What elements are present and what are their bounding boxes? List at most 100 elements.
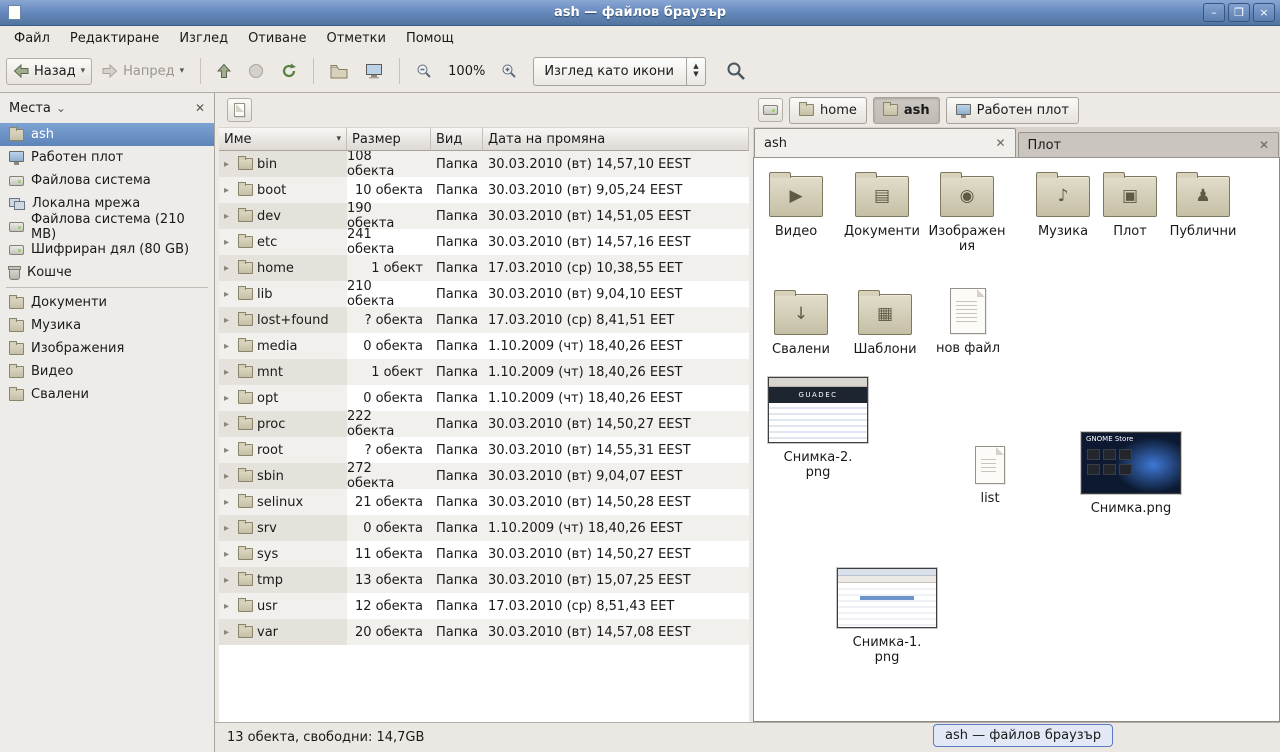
menu-edit[interactable]: Редактиране	[60, 28, 169, 49]
table-row[interactable]: ▸lib210 обектаПапка30.03.2010 (вт) 9,04,…	[219, 281, 749, 307]
sidebar-item-downloads[interactable]: Свалени	[0, 383, 214, 406]
table-row[interactable]: ▸dev190 обектаПапка30.03.2010 (вт) 14,51…	[219, 203, 749, 229]
table-row[interactable]: ▸sbin272 обектаПапка30.03.2010 (вт) 9,04…	[219, 463, 749, 489]
up-button[interactable]	[210, 57, 238, 85]
expander-icon[interactable]: ▸	[224, 471, 234, 482]
sidebar-item-music[interactable]: Музика	[0, 314, 214, 337]
expander-icon[interactable]: ▸	[224, 263, 234, 274]
pathbar-root-button[interactable]	[758, 98, 783, 122]
expander-icon[interactable]: ▸	[224, 185, 234, 196]
expander-icon[interactable]: ▸	[224, 523, 234, 534]
table-row[interactable]: ▸bin108 обектаПапка30.03.2010 (вт) 14,57…	[219, 151, 749, 177]
folder-pictures[interactable]: ◉ Изображен ия	[921, 170, 1013, 255]
expander-icon[interactable]: ▸	[224, 601, 234, 612]
reload-button[interactable]	[274, 57, 304, 85]
file-list[interactable]: list	[955, 446, 1025, 506]
expander-icon[interactable]: ▸	[224, 237, 234, 248]
sidebar-item-encrypted-80gb[interactable]: Шифриран дял (80 GB)	[0, 238, 214, 261]
table-row[interactable]: ▸usr12 обектаПапка17.03.2010 (ср) 8,51,4…	[219, 593, 749, 619]
sidebar-item-ash[interactable]: ash	[0, 123, 214, 146]
menu-view[interactable]: Изглед	[169, 28, 238, 49]
table-row[interactable]: ▸media0 обектаПапка1.10.2009 (чт) 18,40,…	[219, 333, 749, 359]
folder-music[interactable]: ♪ Музика	[1021, 170, 1105, 239]
places-chevron-icon[interactable]: ⌄	[56, 101, 66, 115]
breadcrumb-desktop[interactable]: Работен плот	[946, 97, 1079, 124]
table-row[interactable]: ▸tmp13 обектаПапка30.03.2010 (вт) 15,07,…	[219, 567, 749, 593]
stop-button[interactable]	[241, 57, 271, 85]
search-button[interactable]	[719, 55, 753, 87]
folder-templates[interactable]: ▦ Шаблони	[843, 288, 927, 357]
tab-ash[interactable]: ash✕	[754, 128, 1016, 157]
back-button[interactable]: Назад ▾	[6, 58, 92, 85]
zoom-out-button[interactable]	[409, 57, 439, 85]
file-snimka[interactable]: GNOME Store Снимка.png	[1077, 432, 1185, 516]
expander-icon[interactable]: ▸	[224, 627, 234, 638]
expander-icon[interactable]: ▸	[224, 211, 234, 222]
sidebar-item-filesystem-210mb[interactable]: Файлова система (210 MB)	[0, 215, 214, 238]
places-title[interactable]: Места	[9, 101, 51, 116]
maximize-button[interactable]: ❐	[1228, 3, 1250, 22]
icon-view[interactable]: ▶ Видео ▤ Документи ◉ Изображен ия ♪ Муз…	[753, 158, 1280, 722]
table-row[interactable]: ▸proc222 обектаПапка30.03.2010 (вт) 14,5…	[219, 411, 749, 437]
minimize-button[interactable]: –	[1203, 3, 1225, 22]
sidebar-item-desktop[interactable]: Работен плот	[0, 146, 214, 169]
folder-downloads[interactable]: ↓ Свалени	[759, 288, 843, 357]
menu-bookmarks[interactable]: Отметки	[316, 28, 395, 49]
table-row[interactable]: ▸root? обектаПапка30.03.2010 (вт) 14,55,…	[219, 437, 749, 463]
table-row[interactable]: ▸lost+found? обектаПапка17.03.2010 (ср) …	[219, 307, 749, 333]
expander-icon[interactable]: ▸	[224, 315, 234, 326]
home-button[interactable]	[323, 58, 355, 85]
table-row[interactable]: ▸home1 обектПапка17.03.2010 (ср) 10,38,5…	[219, 255, 749, 281]
column-header-name[interactable]: Име▾	[219, 127, 347, 151]
computer-button[interactable]	[358, 57, 390, 85]
folder-public[interactable]: ♟ Публични	[1161, 170, 1245, 239]
table-row[interactable]: ▸etc241 обектаПапка30.03.2010 (вт) 14,57…	[219, 229, 749, 255]
expander-icon[interactable]: ▸	[224, 549, 234, 560]
view-mode-spinner-icon[interactable]: ▲▼	[686, 58, 705, 85]
menu-file[interactable]: Файл	[4, 28, 60, 49]
table-row[interactable]: ▸mnt1 обектПапка1.10.2009 (чт) 18,40,26 …	[219, 359, 749, 385]
pane-button[interactable]	[227, 98, 252, 122]
expander-icon[interactable]: ▸	[224, 575, 234, 586]
sidebar-item-documents[interactable]: Документи	[0, 291, 214, 314]
view-mode-select[interactable]: Изглед като икони ▲▼	[533, 57, 706, 86]
table-row[interactable]: ▸sys11 обектаПапка30.03.2010 (вт) 14,50,…	[219, 541, 749, 567]
forward-button[interactable]: Напред ▾	[95, 58, 191, 85]
menu-go[interactable]: Отиване	[238, 28, 316, 49]
places-close-icon[interactable]: ✕	[195, 101, 205, 115]
expander-icon[interactable]: ▸	[224, 419, 234, 430]
expander-icon[interactable]: ▸	[224, 159, 234, 170]
sidebar-item-filesystem[interactable]: Файлова система	[0, 169, 214, 192]
tab-plot[interactable]: Плот✕	[1018, 132, 1280, 157]
folder-video[interactable]: ▶ Видео	[754, 170, 838, 239]
expander-icon[interactable]: ▸	[224, 341, 234, 352]
column-header-type[interactable]: Вид	[431, 127, 483, 151]
breadcrumb-home[interactable]: home	[789, 97, 867, 124]
tab-close-icon[interactable]: ✕	[995, 136, 1005, 150]
file-new-file[interactable]: нов файл	[933, 288, 1003, 356]
file-snimka-1[interactable]: Снимка-1. png	[835, 568, 939, 666]
table-row[interactable]: ▸var20 обектаПапка30.03.2010 (вт) 14,57,…	[219, 619, 749, 645]
table-row[interactable]: ▸selinux21 обектаПапка30.03.2010 (вт) 14…	[219, 489, 749, 515]
expander-icon[interactable]: ▸	[224, 393, 234, 404]
table-row[interactable]: ▸boot10 обектаПапка30.03.2010 (вт) 9,05,…	[219, 177, 749, 203]
close-button[interactable]: ×	[1253, 3, 1275, 22]
expander-icon[interactable]: ▸	[224, 367, 234, 378]
expander-icon[interactable]: ▸	[224, 289, 234, 300]
column-header-date[interactable]: Дата на промяна	[483, 127, 749, 151]
back-dropdown-icon[interactable]: ▾	[81, 66, 86, 76]
expander-icon[interactable]: ▸	[224, 445, 234, 456]
breadcrumb-ash[interactable]: ash	[873, 97, 940, 124]
expander-icon[interactable]: ▸	[224, 497, 234, 508]
title-bar[interactable]: ash — файлов браузър – ❐ ×	[0, 0, 1280, 26]
folder-desktop[interactable]: ▣ Плот	[1094, 170, 1166, 239]
table-row[interactable]: ▸opt0 обектаПапка1.10.2009 (чт) 18,40,26…	[219, 385, 749, 411]
sidebar-item-trash[interactable]: Кошче	[0, 261, 214, 284]
column-header-size[interactable]: Размер	[347, 127, 431, 151]
sidebar-item-video[interactable]: Видео	[0, 360, 214, 383]
zoom-in-button[interactable]	[494, 57, 524, 85]
forward-dropdown-icon[interactable]: ▾	[180, 66, 185, 76]
file-snimka-2[interactable]: GUADEC Снимка-2. png	[766, 377, 870, 481]
taskbar-window-button[interactable]: ash — файлов браузър	[933, 724, 1113, 747]
menu-help[interactable]: Помощ	[396, 28, 464, 49]
